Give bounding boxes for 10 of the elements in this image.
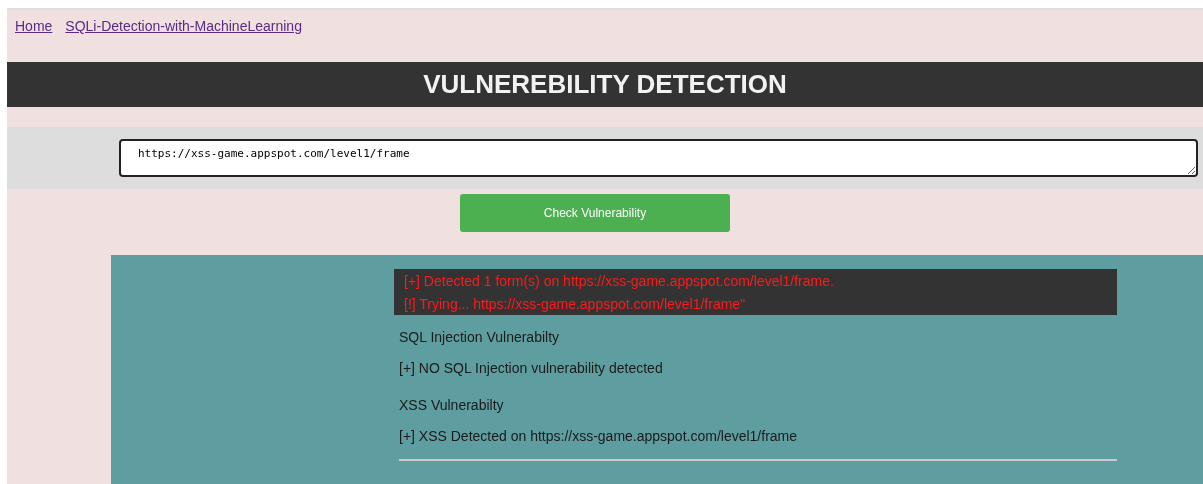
result-message: [+] XSS Detected on https://xss-game.appspot.com/level1/frame bbox=[399, 428, 799, 445]
log-line: [+] Detected 1 form(s) on https://xss-game.appspot.com/level1/frame. bbox=[404, 272, 835, 289]
section-heading: SQL Injection Vulnerabilty bbox=[399, 329, 561, 346]
page-title: VULNEREBILITY DETECTION bbox=[423, 69, 787, 100]
log-line: [!] Trying... https://xss-game.appspot.com/level1/frame" bbox=[404, 295, 747, 312]
result-message: [+] NO SQL Injection vulnerability detected bbox=[399, 360, 664, 377]
nav-link[interactable]: SQLi-Detection-with-MachineLearning bbox=[65, 18, 302, 35]
section-heading: XSS Vulnerabilty bbox=[399, 397, 505, 414]
url-input-field[interactable]: https://xss-game.appspot.com/level1/frame bbox=[119, 139, 1198, 177]
nav-link[interactable]: Home bbox=[15, 18, 53, 35]
